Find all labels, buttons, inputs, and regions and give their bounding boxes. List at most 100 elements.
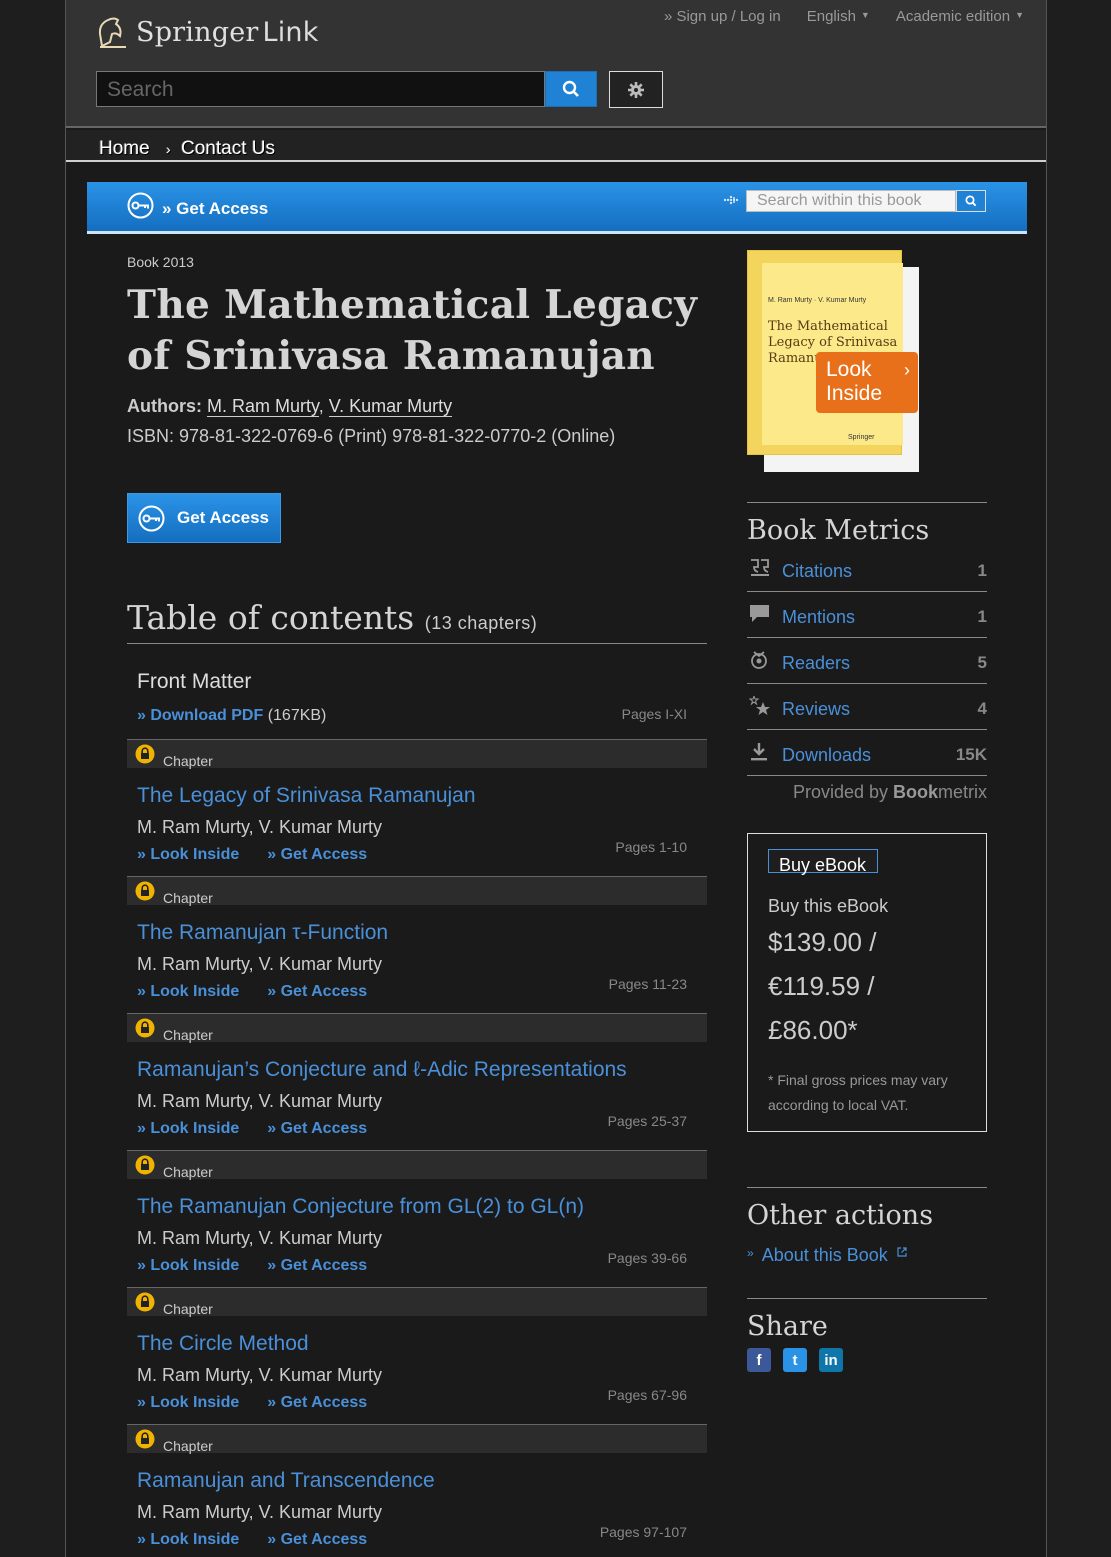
language-selector[interactable]: English ▼: [807, 8, 870, 25]
book-metrics: Book Metrics Citations 1 Mentions 1 Read…: [747, 502, 987, 803]
metric-label: Downloads: [782, 745, 872, 765]
get-access-link[interactable]: » Get Access: [162, 199, 268, 219]
signup-login-link[interactable]: » Sign up / Log in: [664, 8, 781, 25]
site-header: Springer Link » Sign up / Log in English ▼…: [66, 0, 1046, 128]
look-inside-link[interactable]: » Look Inside: [137, 1531, 239, 1548]
twitter-icon[interactable]: t: [783, 1348, 807, 1372]
metric-label: Reviews: [782, 699, 851, 719]
metric-mentions[interactable]: Mentions 1: [747, 592, 987, 638]
look-inside-link[interactable]: » Look Inside: [137, 1394, 239, 1411]
look-inside-link[interactable]: » Look Inside: [137, 1257, 239, 1274]
chapter-item: Chapter The Ramanujan τ-Function M. Ram …: [127, 876, 707, 1013]
double-chevron-icon: »: [747, 1246, 754, 1260]
chapter-type: Chapter: [163, 1438, 213, 1454]
gear-icon: [628, 81, 644, 98]
chapter-pages: Pages 39-66: [607, 1250, 687, 1266]
book-cover[interactable]: M. Ram Murty · V. Kumar Murty The Mathem…: [747, 250, 922, 472]
chapter-title-link[interactable]: Ramanujan’s Conjecture and ℓ-Adic Repres…: [137, 1058, 627, 1082]
chapter-authors: M. Ram Murty, V. Kumar Murty: [137, 1228, 383, 1248]
download-pdf-link[interactable]: » Download PDF: [137, 707, 263, 724]
external-link-icon: [897, 1247, 907, 1257]
facebook-icon[interactable]: f: [747, 1348, 771, 1372]
get-access-link[interactable]: » Get Access: [267, 1531, 367, 1548]
lock-icon: [135, 1018, 155, 1043]
buy-ebook-box: Buy eBook Buy this eBook $139.00 / €119.…: [747, 833, 987, 1132]
chapter-type: Chapter: [163, 1301, 213, 1317]
get-access-link[interactable]: » Get Access: [267, 1257, 367, 1274]
chapter-actions: » Look Inside » Get Access: [137, 983, 395, 1001]
chapter-title-link[interactable]: The Circle Method: [137, 1332, 309, 1356]
chapter-header-bar: [127, 1425, 707, 1453]
price-usd: $139.00 /: [768, 927, 877, 957]
caret-down-icon: ▼: [1015, 10, 1024, 20]
logo-brand: Springer: [136, 16, 259, 48]
horse-logo-icon: [98, 17, 126, 48]
chapter-pages: Pages 67-96: [607, 1387, 687, 1403]
provided-brand-suffix: metrix: [938, 782, 987, 802]
search-button[interactable]: [545, 71, 597, 107]
chapter-actions: » Look Inside » Get Access: [137, 1394, 395, 1412]
look-inside-link[interactable]: » Look Inside: [137, 1120, 239, 1137]
search-within-book-input[interactable]: Search within this book: [746, 190, 956, 212]
metric-downloads[interactable]: Downloads 15K: [747, 730, 987, 776]
chapter-item: Chapter The Ramanujan Conjecture from GL…: [127, 1150, 707, 1287]
download-size: (167KB): [267, 707, 327, 724]
edition-selector[interactable]: Academic edition ▼: [896, 8, 1024, 25]
metric-value: 1: [977, 607, 987, 626]
get-access-button[interactable]: Get Access: [127, 493, 281, 543]
other-actions-title: Other actions: [747, 1200, 934, 1231]
author-link[interactable]: M. Ram Murty: [207, 396, 319, 417]
search-input[interactable]: Search: [96, 71, 545, 107]
look-inside-link[interactable]: » Look Inside: [137, 846, 239, 863]
chapter-title-link[interactable]: The Ramanujan Conjecture from GL(2) to G…: [137, 1195, 584, 1219]
chapter-title-link[interactable]: The Legacy of Srinivasa Ramanujan: [137, 784, 476, 808]
metric-reviews[interactable]: Reviews 4: [747, 684, 987, 730]
about-this-book-link[interactable]: » About this Book: [747, 1245, 987, 1266]
chapter-pages: Pages 1-10: [615, 839, 687, 855]
chapter-authors: M. Ram Murty, V. Kumar Murty: [137, 1502, 383, 1522]
metric-label: Citations: [782, 561, 853, 581]
chapter-authors: M. Ram Murty, V. Kumar Murty: [137, 1091, 383, 1111]
authors-label: Authors:: [127, 396, 202, 416]
download-pdf-row: » Download PDF (167KB): [137, 707, 326, 725]
chapter-header-bar: [127, 1151, 707, 1179]
chapter-authors: M. Ram Murty, V. Kumar Murty: [137, 817, 383, 837]
lock-icon: [135, 881, 155, 906]
isbn-line: ISBN: 978-81-322-0769-6 (Print) 978-81-3…: [127, 426, 616, 446]
nav-contact-us[interactable]: Contact Us: [181, 138, 275, 160]
search-within-book-button[interactable]: [956, 190, 986, 212]
metric-readers[interactable]: Readers 5: [747, 638, 987, 684]
author-link[interactable]: V. Kumar Murty: [328, 396, 453, 417]
lock-icon: [135, 744, 155, 769]
chapter-pages: Pages 11-23: [608, 976, 687, 992]
lock-icon: [135, 1429, 155, 1454]
chapter-title-link[interactable]: The Ramanujan τ-Function: [137, 921, 388, 945]
toc-chapter-count: (13 chapters): [424, 613, 538, 633]
social-links: f t in: [747, 1348, 987, 1372]
search-icon: [562, 80, 579, 97]
page-container: Springer Link » Sign up / Log in English ▼…: [65, 0, 1047, 1557]
buy-ebook-tab[interactable]: Buy eBook: [768, 849, 878, 874]
get-access-link[interactable]: » Get Access: [267, 983, 367, 1000]
chapter-title-link[interactable]: Ramanujan and Transcendence: [137, 1469, 435, 1493]
get-access-link[interactable]: » Get Access: [267, 846, 367, 863]
look-inside-button[interactable]: Look Inside ›: [816, 352, 918, 413]
search-settings-button[interactable]: [609, 71, 663, 108]
author-separator: ,: [318, 396, 324, 416]
nav-home[interactable]: Home: [99, 138, 150, 160]
price-gbp: £86.00*: [768, 1015, 858, 1045]
metric-citations[interactable]: Citations 1: [747, 546, 987, 592]
price-eur: €119.59 /: [768, 971, 875, 1001]
content-type-label: Book 2013: [127, 254, 194, 270]
chapter-actions: » Look Inside » Get Access: [137, 1531, 395, 1549]
linkedin-icon[interactable]: in: [819, 1348, 843, 1372]
vat-note: * Final gross prices may vary according …: [768, 1072, 948, 1113]
springer-logo[interactable]: Springer Link: [96, 14, 319, 50]
chapter-item: Chapter The Circle Method M. Ram Murty, …: [127, 1287, 707, 1424]
provided-prefix: Provided by: [792, 782, 893, 802]
get-access-bar: » Get Access Search within this book: [87, 182, 1027, 234]
get-access-link[interactable]: » Get Access: [267, 1120, 367, 1137]
bookmetrix-credit[interactable]: Provided by Bookmetrix: [747, 782, 987, 803]
look-inside-link[interactable]: » Look Inside: [137, 983, 239, 1000]
get-access-link[interactable]: » Get Access: [267, 1394, 367, 1411]
